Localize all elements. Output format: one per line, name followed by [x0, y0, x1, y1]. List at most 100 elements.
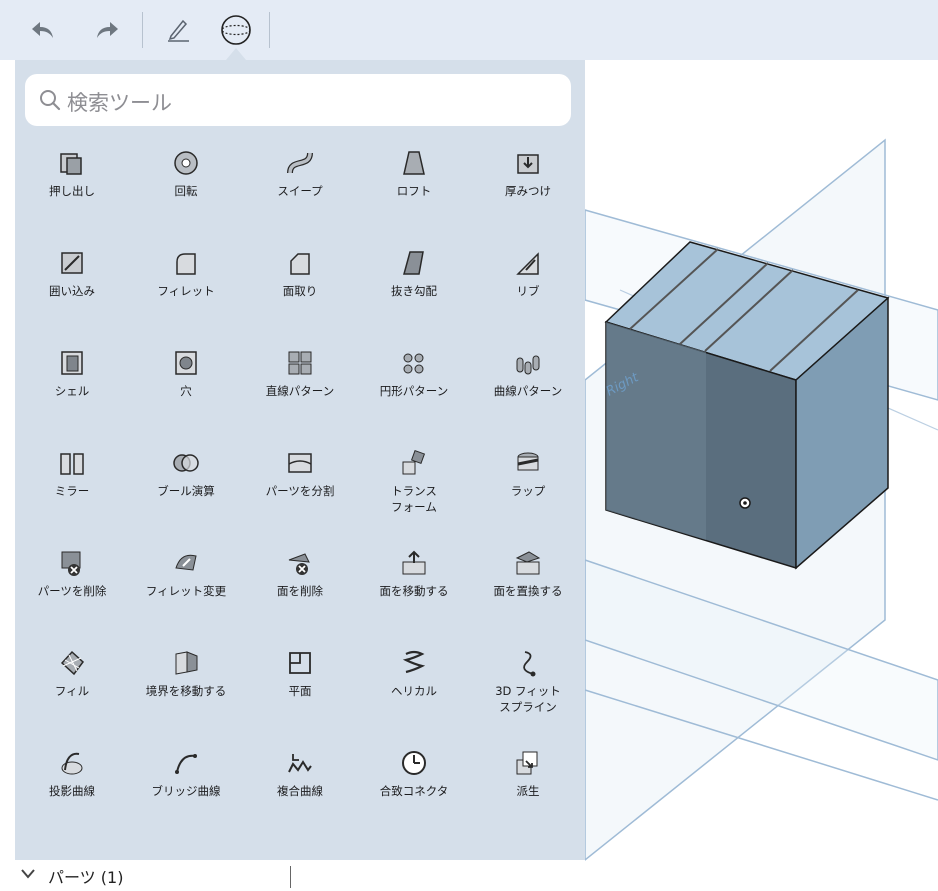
chamfer-icon	[285, 248, 315, 278]
tool-chamfer[interactable]: 面取り	[243, 248, 357, 348]
tool-label: ミラー	[54, 484, 90, 498]
tool-move-face[interactable]: 面を移動する	[357, 548, 471, 648]
tool-bridging-curve[interactable]: ブリッジ曲線	[129, 748, 243, 848]
enclose-icon	[57, 248, 87, 278]
tool-extrude[interactable]: 押し出し	[15, 148, 129, 248]
tool-label: 境界を移動する	[145, 684, 227, 698]
tool-label: 面を移動する	[379, 584, 449, 598]
redo-button[interactable]	[88, 10, 128, 50]
tool-sweep[interactable]: スイープ	[243, 148, 357, 248]
tool-label: 回転	[174, 184, 198, 198]
tool-delete-face[interactable]: 面を削除	[243, 548, 357, 648]
tool-fill[interactable]: フィル	[15, 648, 129, 748]
transform-icon	[399, 448, 429, 478]
tool-composite-curve[interactable]: 複合曲線	[243, 748, 357, 848]
curve-pattern-icon	[513, 348, 543, 378]
tool-split-part[interactable]: パーツを分割	[243, 448, 357, 548]
tool-wrap[interactable]: ラップ	[471, 448, 585, 548]
tool-label: パーツを削除	[37, 584, 107, 598]
loft-icon	[399, 148, 429, 178]
feature-tools-panel: 検索ツール 押し出し 回転 スイープ ロフト 厚みつけ囲い込み フィレット 面取り 抜き勾配 リ…	[15, 60, 585, 870]
tool-label: 面を置換する	[493, 584, 563, 598]
tool-fillet[interactable]: フィレット	[129, 248, 243, 348]
tool-boolean[interactable]: ブール演算	[129, 448, 243, 548]
undo-icon	[32, 22, 53, 38]
search-field[interactable]: 検索ツール	[25, 74, 571, 126]
tool-circular-pattern[interactable]: 円形パターン	[357, 348, 471, 448]
tool-label: 囲い込み	[49, 284, 95, 298]
tool-derived[interactable]: 派生	[471, 748, 585, 848]
tool-revolve[interactable]: 回転	[129, 148, 243, 248]
boolean-icon	[171, 448, 201, 478]
tool-mirror[interactable]: ミラー	[15, 448, 129, 548]
tool-label: 穴	[180, 384, 192, 398]
tool-label: フィル	[54, 684, 90, 698]
tool-label: 円形パターン	[379, 384, 449, 398]
tool-label: フィレット変更	[145, 584, 227, 598]
search-icon	[40, 90, 61, 111]
draft-icon	[399, 248, 429, 278]
fillet-icon	[171, 248, 201, 278]
tool-label: ブール演算	[157, 484, 215, 498]
tool-label: 複合曲線	[277, 784, 323, 798]
fill-icon	[57, 648, 87, 678]
tool-enclose[interactable]: 囲い込み	[15, 248, 129, 348]
tool-label: 面取り	[282, 284, 318, 298]
tool-curve-pattern[interactable]: 曲線パターン	[471, 348, 585, 448]
undo-button[interactable]	[22, 10, 62, 50]
tool-shell[interactable]: シェル	[15, 348, 129, 448]
move-boundary-icon	[171, 648, 201, 678]
parts-list-header[interactable]: パーツ (1)	[0, 860, 585, 891]
tool-rib[interactable]: リブ	[471, 248, 585, 348]
rib-icon	[513, 248, 543, 278]
tool-label: シェル	[54, 384, 90, 398]
tool-transform[interactable]: トランス フォーム	[357, 448, 471, 548]
top-toolbar	[0, 0, 938, 60]
extrude-icon	[57, 148, 87, 178]
sweep-icon	[285, 148, 315, 178]
tool-label: フィレット	[157, 284, 215, 298]
tool-label: 押し出し	[49, 184, 95, 198]
parts-label: パーツ (1)	[48, 868, 124, 887]
tool-delete-part[interactable]: パーツを削除	[15, 548, 129, 648]
tool-label: 直線パターン	[265, 384, 335, 398]
sphere-icon	[221, 15, 251, 45]
tool-label: ブリッジ曲線	[151, 784, 221, 798]
feature-tools-button[interactable]	[216, 10, 256, 50]
chevron-down-icon[interactable]	[20, 868, 36, 880]
tool-label: 合致コネクタ	[379, 784, 449, 798]
tool-draft[interactable]: 抜き勾配	[357, 248, 471, 348]
split-part-icon	[285, 448, 315, 478]
tool-move-boundary[interactable]: 境界を移動する	[129, 648, 243, 748]
delete-face-icon	[285, 548, 315, 578]
tool-label: ロフト	[396, 184, 432, 198]
tool-plane[interactable]: 平面	[243, 648, 357, 748]
tool-fit-spline[interactable]: 3D フィット スプライン	[471, 648, 585, 748]
tool-label: 平面	[288, 684, 312, 698]
tool-label: 面を削除	[277, 584, 323, 598]
hole-icon	[171, 348, 201, 378]
tool-label: 抜き勾配	[391, 284, 437, 298]
derived-icon	[513, 748, 543, 778]
tool-label: 厚みつけ	[505, 184, 551, 198]
tool-modify-fillet[interactable]: フィレット変更	[129, 548, 243, 648]
tool-mate-connector[interactable]: 合致コネクタ	[357, 748, 471, 848]
tool-label: リブ	[516, 284, 540, 298]
tool-label: 曲線パターン	[493, 384, 563, 398]
bridging-curve-icon	[171, 748, 201, 778]
tool-projected-curve[interactable]: 投影曲線	[15, 748, 129, 848]
tool-label: ラップ	[510, 484, 546, 498]
tool-linear-pattern[interactable]: 直線パターン	[243, 348, 357, 448]
tool-label: ヘリカル	[391, 684, 437, 698]
tool-helix[interactable]: ヘリカル	[357, 648, 471, 748]
tool-loft[interactable]: ロフト	[357, 148, 471, 248]
circular-pattern-icon	[399, 348, 429, 378]
thicken-icon	[513, 148, 543, 178]
sketch-button[interactable]	[158, 10, 198, 50]
tool-hole[interactable]: 穴	[129, 348, 243, 448]
tool-label: パーツを分割	[265, 484, 335, 498]
tool-replace-face[interactable]: 面を置換する	[471, 548, 585, 648]
tool-label: 3D フィット スプライン	[495, 684, 561, 714]
fit-spline-icon	[513, 648, 543, 678]
tool-thicken[interactable]: 厚みつけ	[471, 148, 585, 248]
